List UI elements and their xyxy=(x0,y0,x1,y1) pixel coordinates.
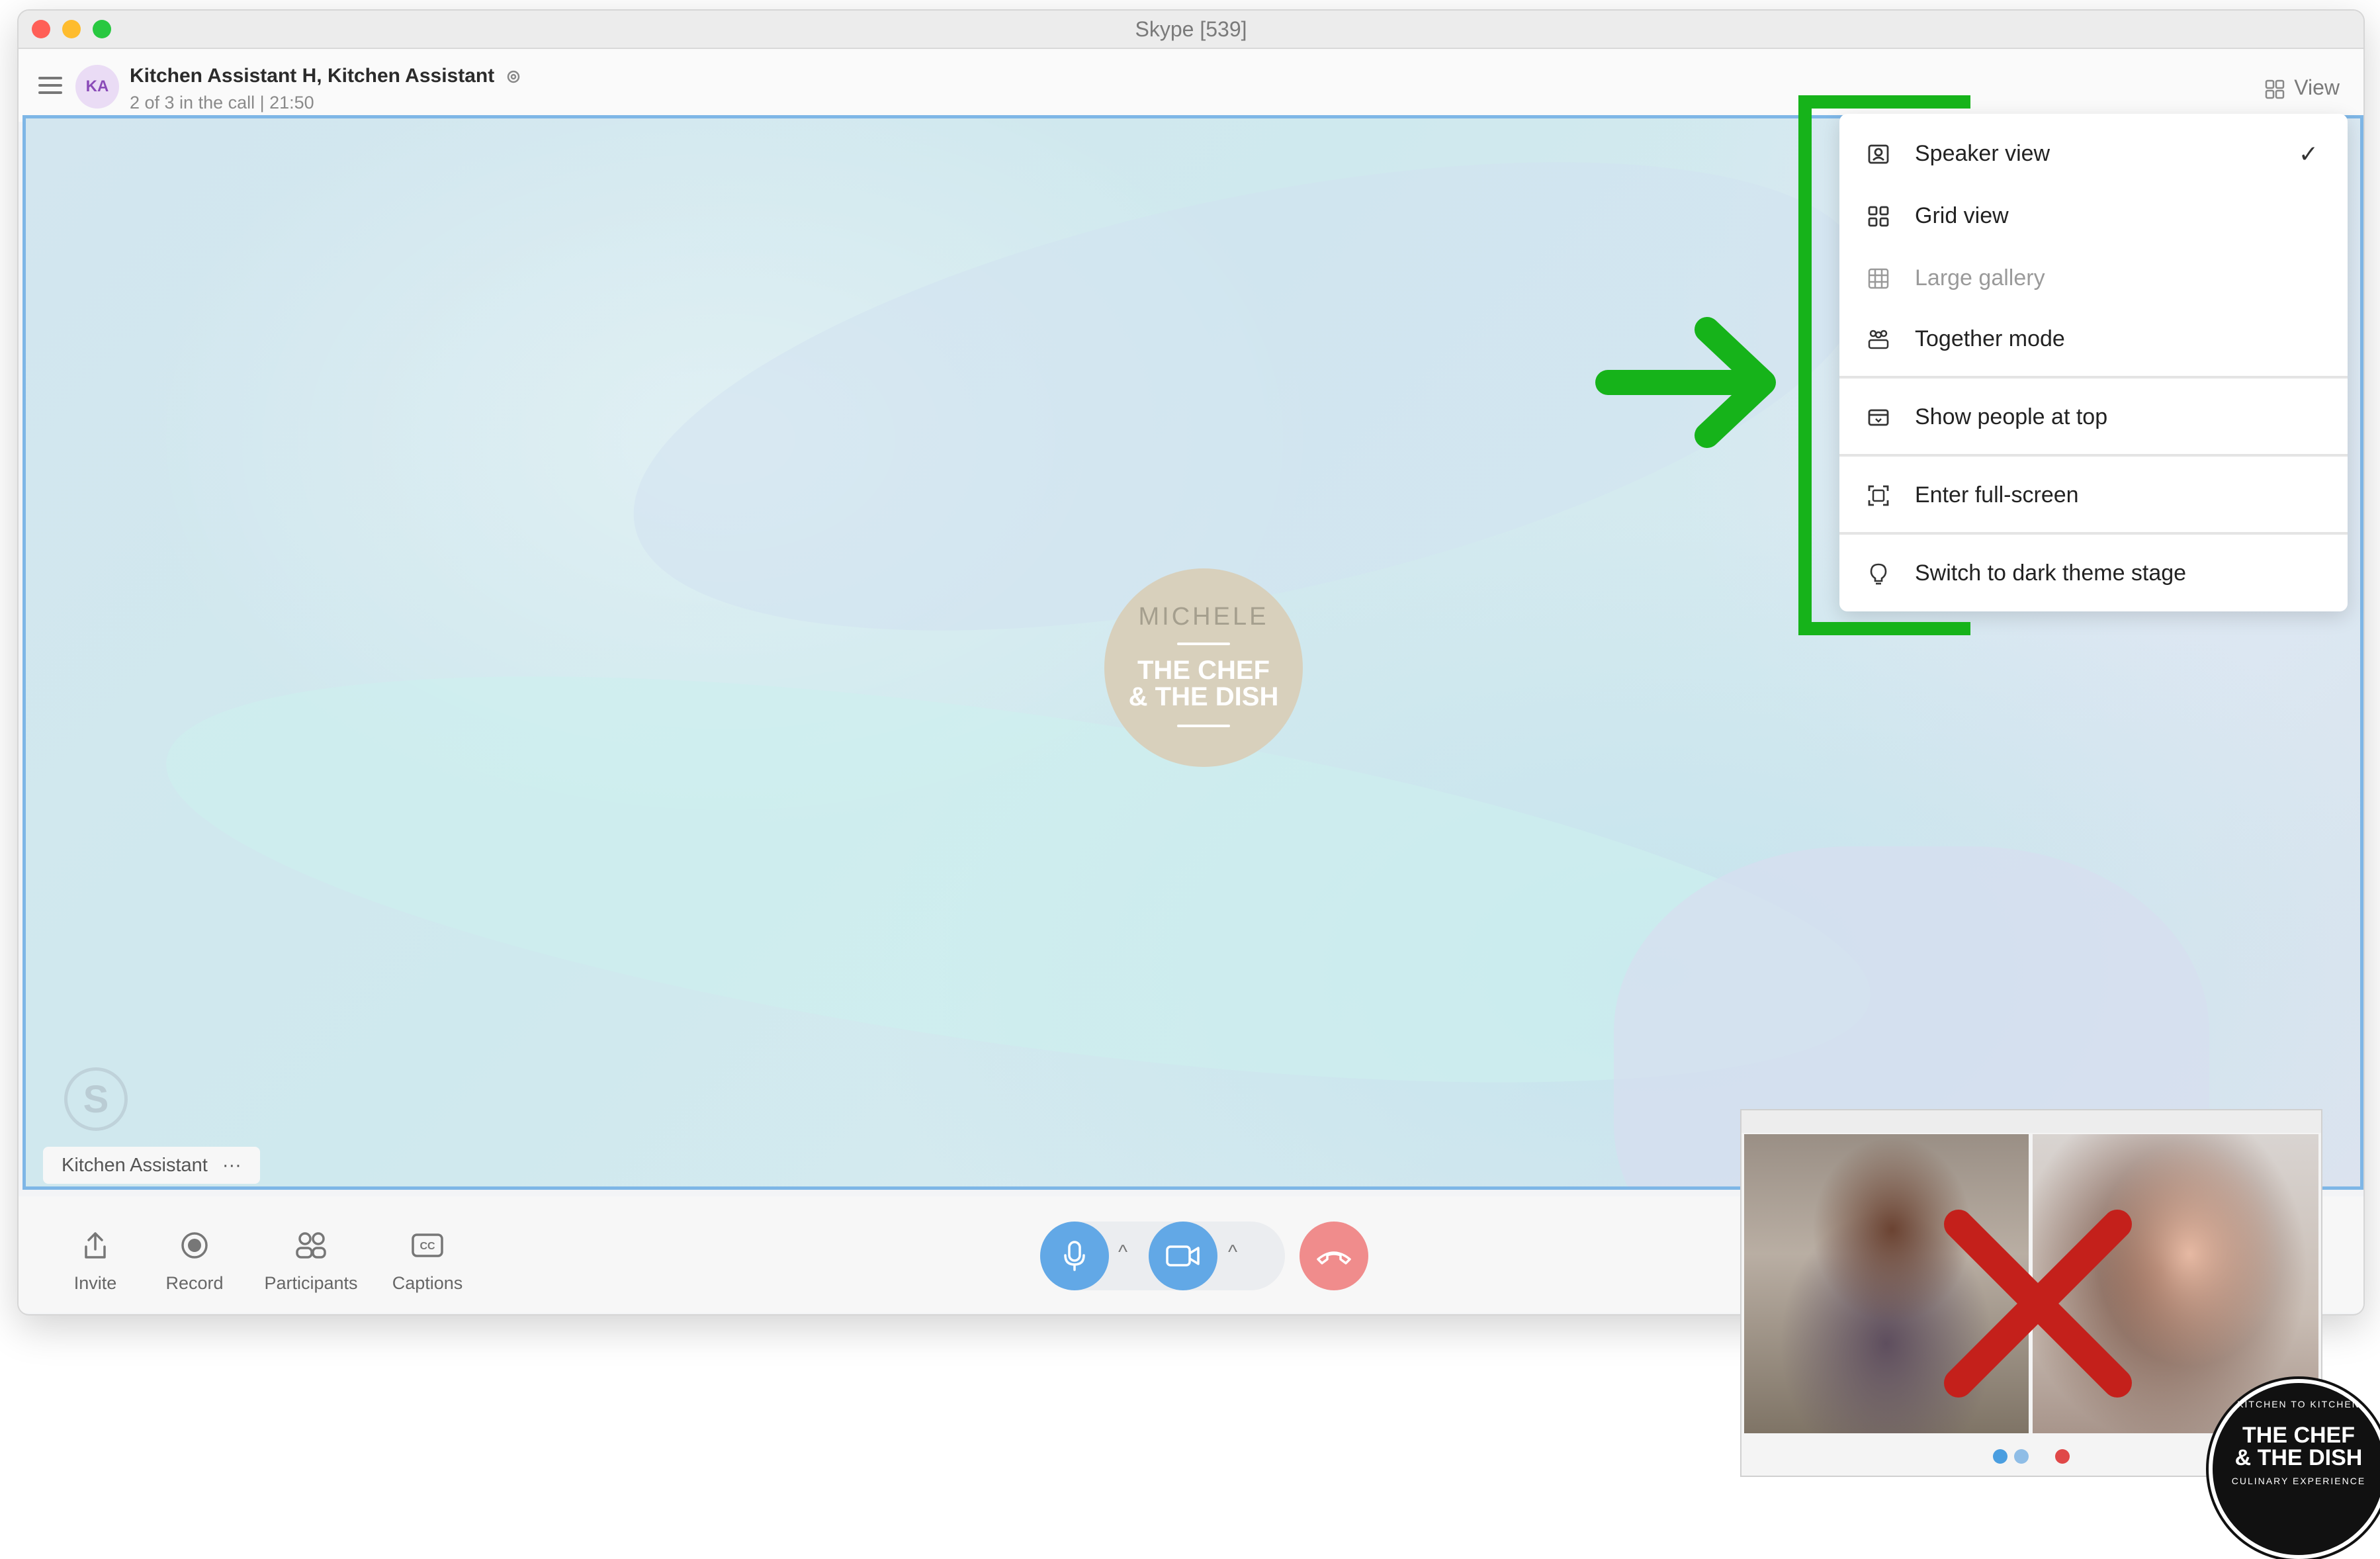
logo-line-1: THE CHEF xyxy=(1137,656,1270,685)
share-icon xyxy=(85,1232,106,1259)
badge-top-text: KITCHEN TO KITCHEN xyxy=(2237,1399,2360,1409)
view-button[interactable]: View xyxy=(2265,75,2340,100)
skype-logo-icon: S xyxy=(64,1067,128,1131)
camera-button[interactable] xyxy=(1149,1222,1217,1290)
annotation-bracket xyxy=(1798,95,1970,635)
badge-main-text: THE CHEF & THE DISH xyxy=(2213,1424,2380,1469)
participants-icon xyxy=(296,1232,326,1259)
logo-main-text: THE CHEF & THE DISH xyxy=(1104,657,1303,710)
microphone-icon xyxy=(1064,1241,1085,1271)
annotation-x-icon xyxy=(1944,1210,2132,1398)
avatar[interactable]: KA xyxy=(75,65,119,109)
window-title: Skype [539] xyxy=(1135,17,1247,41)
participant-name: Kitchen Assistant xyxy=(62,1154,208,1176)
captions-label: Captions xyxy=(392,1273,463,1293)
menu-icon[interactable] xyxy=(38,77,62,94)
call-title-text: Kitchen Assistant H, Kitchen Assistant xyxy=(130,65,495,87)
camera-icon xyxy=(1166,1245,1200,1267)
grid-view-icon xyxy=(2265,79,2285,99)
invite-button[interactable]: Invite xyxy=(42,1229,148,1294)
logo-divider xyxy=(1177,643,1230,645)
camera-options-chevron-icon[interactable]: ^ xyxy=(1228,1241,1237,1264)
participant-avatar-logo: MICHELE THE CHEF & THE DISH xyxy=(1104,568,1303,767)
hang-up-icon xyxy=(1317,1251,1351,1265)
captions-button[interactable]: CC Captions xyxy=(375,1229,480,1294)
participants-button[interactable]: Participants xyxy=(258,1229,364,1294)
settings-icon[interactable] xyxy=(506,69,521,85)
hang-up-icon xyxy=(2055,1449,2070,1464)
more-options-icon[interactable]: ··· xyxy=(222,1155,242,1177)
participant-name-chip[interactable]: Kitchen Assistant ··· xyxy=(43,1147,260,1184)
badge-line-1: THE CHEF xyxy=(2242,1423,2355,1448)
record-icon xyxy=(181,1232,208,1259)
badge-bottom-text: CULINARY EXPERIENCE xyxy=(2231,1476,2366,1486)
microphone-button[interactable] xyxy=(1040,1222,1109,1290)
microphone-options-chevron-icon[interactable]: ^ xyxy=(1118,1241,1127,1264)
microphone-icon xyxy=(1993,1449,2007,1464)
title-bar: Skype [539] xyxy=(19,11,2363,49)
logo-line-2: & THE DISH xyxy=(1128,682,1279,711)
logo-top-text: MICHELE xyxy=(1138,603,1269,631)
annotation-arrow-icon xyxy=(1595,317,1776,448)
logo-divider xyxy=(1177,725,1230,727)
call-title[interactable]: Kitchen Assistant H, Kitchen Assistant xyxy=(130,65,521,87)
call-subtitle: 2 of 3 in the call | 21:50 xyxy=(130,93,314,112)
badge-line-2: & THE DISH xyxy=(2234,1445,2363,1470)
svg-text:CC: CC xyxy=(419,1241,435,1252)
invite-label: Invite xyxy=(73,1273,117,1293)
captions-icon: CC xyxy=(412,1233,443,1257)
camera-icon xyxy=(2014,1449,2029,1464)
view-label: View xyxy=(2294,75,2340,99)
participants-label: Participants xyxy=(264,1273,358,1293)
call-header: KA Kitchen Assistant H, Kitchen Assistan… xyxy=(19,49,2363,122)
brand-logo-badge: KITCHEN TO KITCHEN THE CHEF & THE DISH C… xyxy=(2209,1379,2380,1559)
checkmark-icon: ✓ xyxy=(2298,140,2318,167)
record-button[interactable]: Record xyxy=(142,1229,247,1294)
media-controls: ^ ^ xyxy=(1040,1222,1285,1290)
record-label: Record xyxy=(165,1273,224,1293)
thumbnail-header xyxy=(1741,1110,2321,1133)
end-call-button[interactable] xyxy=(1300,1222,1368,1290)
